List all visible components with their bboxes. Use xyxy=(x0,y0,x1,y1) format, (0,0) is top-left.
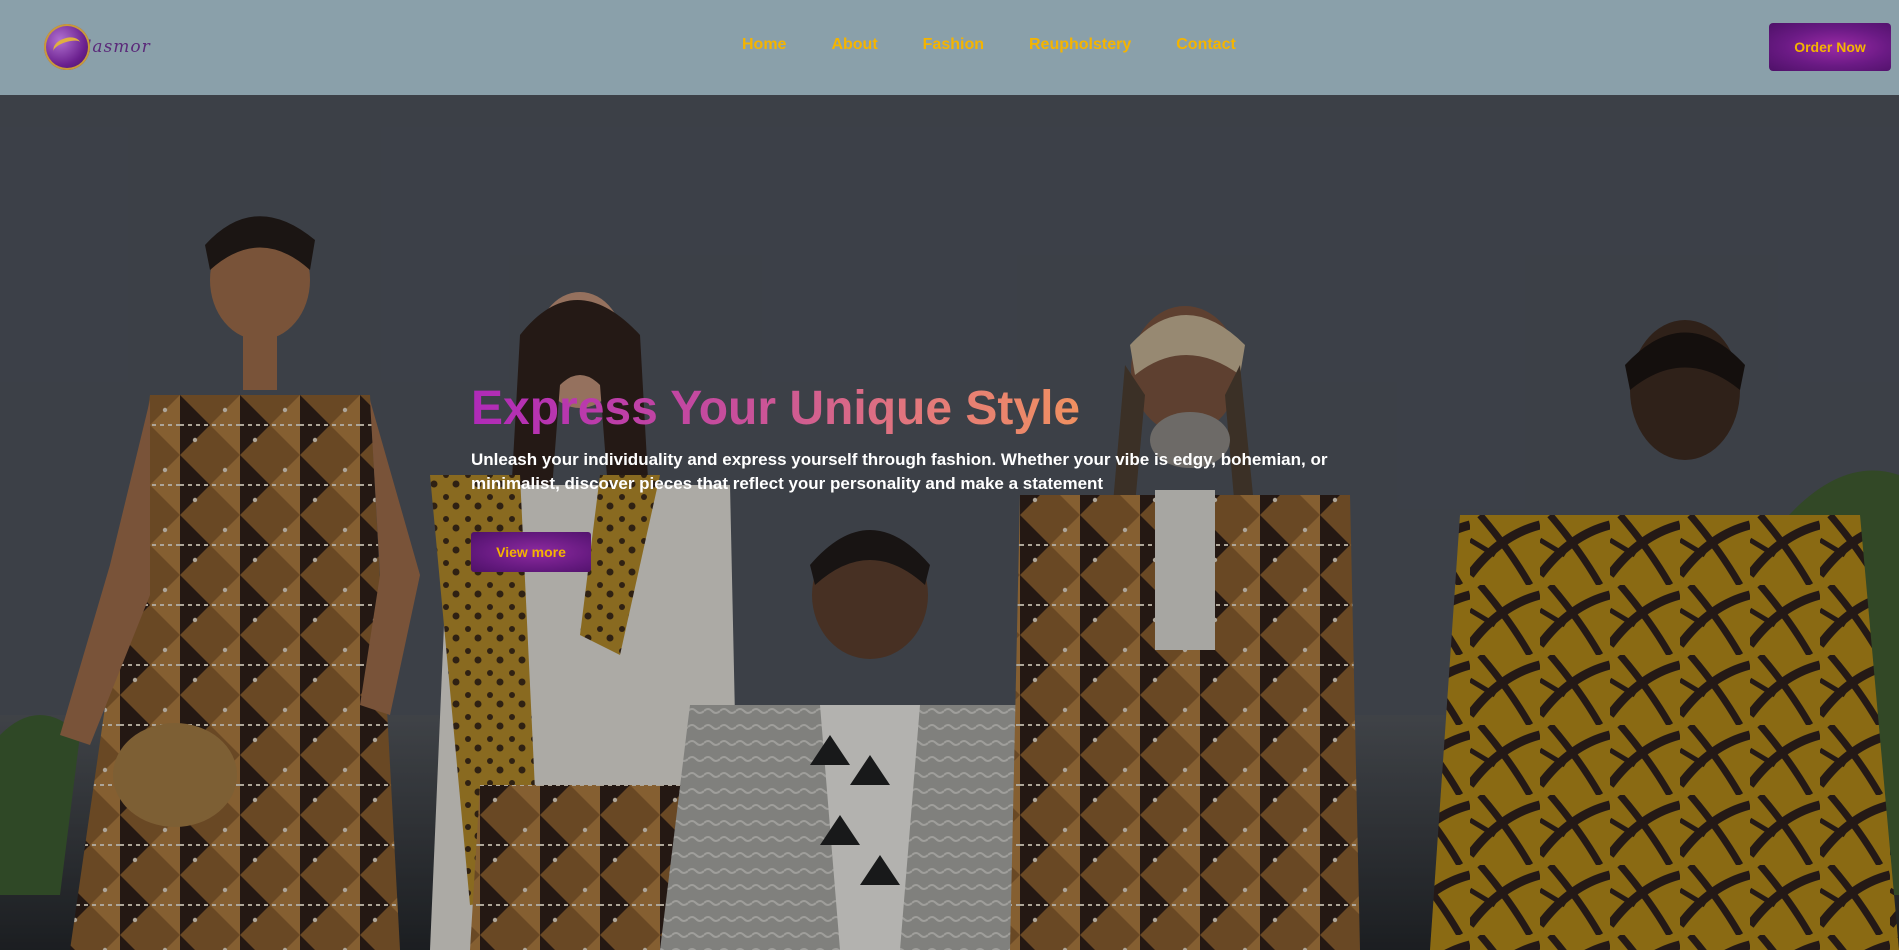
logo-mark-icon xyxy=(44,24,90,70)
logo-text: lasmor xyxy=(86,37,151,57)
nav-link-home[interactable]: Home xyxy=(742,36,786,54)
main-nav: Home About Fashion Reupholstery Contact xyxy=(742,36,1281,54)
navbar: lasmor Home About Fashion Reupholstery C… xyxy=(0,0,1899,95)
nav-link-about[interactable]: About xyxy=(831,36,877,54)
nav-link-contact[interactable]: Contact xyxy=(1176,36,1236,54)
hero-headline: Express Your Unique Style xyxy=(471,382,1081,435)
brand-logo[interactable]: lasmor xyxy=(44,22,174,72)
nav-link-fashion[interactable]: Fashion xyxy=(923,36,984,54)
nav-link-reupholstery[interactable]: Reupholstery xyxy=(1029,36,1131,54)
order-now-button[interactable]: Order Now xyxy=(1769,23,1891,71)
view-more-button[interactable]: View more xyxy=(471,532,591,572)
hero-section xyxy=(0,95,1899,950)
hero-dark-overlay xyxy=(0,95,1899,950)
hero-subtext: Unleash your individuality and express y… xyxy=(471,450,1328,493)
